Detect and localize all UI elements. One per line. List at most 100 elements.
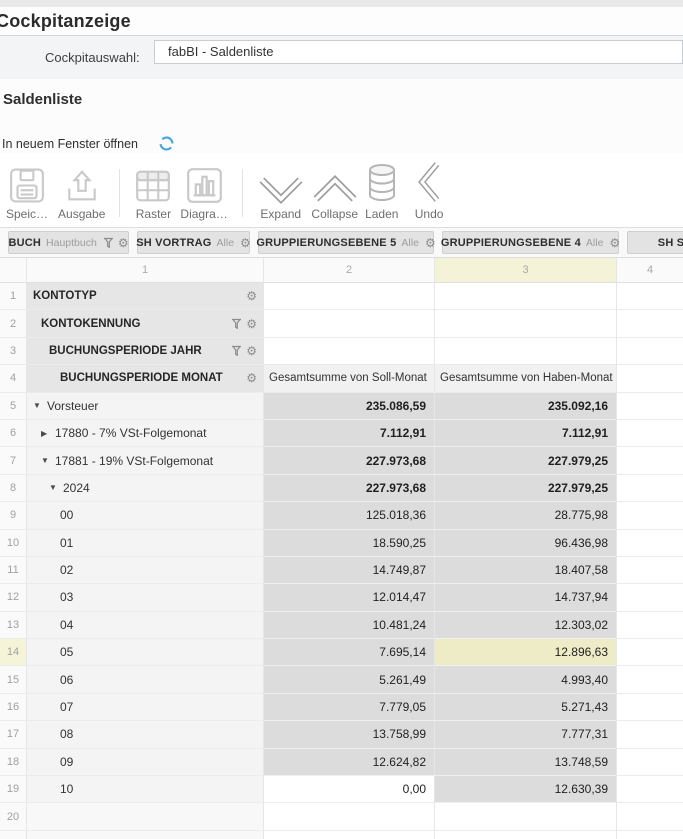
column-number-cell[interactable]: 4 <box>617 258 683 283</box>
haben-value-cell[interactable]: 235.092,16 <box>435 393 617 420</box>
soll-value-cell[interactable]: 12.014,47 <box>264 584 435 611</box>
haben-value-cell[interactable]: 14.737,94 <box>435 584 617 611</box>
row-label-cell[interactable]: 01 <box>27 530 264 557</box>
gear-icon[interactable]: ⚙ <box>609 237 620 249</box>
grid-corner-cell[interactable] <box>0 258 27 283</box>
extra-cell[interactable] <box>617 310 683 337</box>
pivot-field-sh-saldo[interactable]: SH SALDO <box>627 231 683 254</box>
soll-value-cell[interactable]: 14.749,87 <box>264 557 435 584</box>
row-number-cell[interactable]: 16 <box>0 694 27 721</box>
collapse-button[interactable]: Collapse <box>311 161 359 221</box>
row-label-cell[interactable]: ▶17880 - 7% VSt-Folgemonat <box>27 420 264 447</box>
extra-cell[interactable] <box>617 612 683 639</box>
haben-value-cell[interactable]: 12.630,39 <box>435 776 617 803</box>
haben-value-cell[interactable]: 28.775,98 <box>435 502 617 529</box>
row-number-cell[interactable]: 11 <box>0 557 27 584</box>
haben-header-cell[interactable]: Gesamtsumme von Haben-Monat <box>435 365 617 392</box>
gear-icon[interactable]: ⚙ <box>118 237 129 249</box>
soll-header-cell[interactable]: Gesamtsumme von Soll-Monat <box>264 365 435 392</box>
gear-icon[interactable]: ⚙ <box>246 345 257 357</box>
soll-value-cell[interactable]: 125.018,36 <box>264 502 435 529</box>
pivot-row-field-cell[interactable]: KONTOTYP⚙ <box>27 283 264 310</box>
undo-button[interactable]: Undo <box>415 161 444 221</box>
chart-view-button[interactable]: Diagra… <box>180 161 227 221</box>
expand-button[interactable]: Expand <box>257 161 305 221</box>
gear-icon[interactable]: ⚙ <box>240 237 251 249</box>
gear-icon[interactable]: ⚙ <box>246 372 257 384</box>
load-button[interactable]: Laden <box>365 161 399 221</box>
soll-value-cell[interactable]: 227.973,68 <box>264 447 435 474</box>
collapse-triangle-icon[interactable]: ▼ <box>33 401 42 410</box>
row-number-cell[interactable]: 18 <box>0 749 27 776</box>
soll-value-cell[interactable] <box>264 831 435 839</box>
soll-value-cell[interactable]: 18.590,25 <box>264 530 435 557</box>
filter-icon[interactable] <box>231 345 242 356</box>
extra-cell[interactable] <box>617 749 683 776</box>
extra-cell[interactable] <box>617 420 683 447</box>
row-label-cell[interactable]: ▼Vorsteuer <box>27 393 264 420</box>
filter-icon[interactable] <box>103 237 114 248</box>
haben-header-cell[interactable] <box>435 310 617 337</box>
row-number-cell[interactable]: 20 <box>0 803 27 830</box>
extra-cell[interactable] <box>617 694 683 721</box>
pivot-row-field-cell[interactable]: KONTOKENNUNG⚙ <box>27 310 264 337</box>
haben-value-cell[interactable]: 227.979,25 <box>435 447 617 474</box>
row-label-cell[interactable]: 06 <box>27 666 264 693</box>
soll-value-cell[interactable]: 5.261,49 <box>264 666 435 693</box>
row-number-cell[interactable]: 2 <box>0 310 27 337</box>
soll-header-cell[interactable] <box>264 283 435 310</box>
gear-icon[interactable]: ⚙ <box>246 318 257 330</box>
soll-value-cell[interactable] <box>264 803 435 830</box>
extra-cell[interactable] <box>617 502 683 529</box>
soll-value-cell[interactable]: 235.086,59 <box>264 393 435 420</box>
pivot-row-field-cell[interactable]: BUCHUNGSPERIODE JAHR⚙ <box>27 338 264 365</box>
extra-cell[interactable] <box>617 721 683 748</box>
haben-value-cell[interactable]: 7.112,91 <box>435 420 617 447</box>
expand-triangle-icon[interactable]: ▶ <box>41 429 50 438</box>
haben-value-cell[interactable]: 12.303,02 <box>435 612 617 639</box>
gear-icon[interactable]: ⚙ <box>246 290 257 302</box>
extra-cell[interactable] <box>617 831 683 839</box>
soll-header-cell[interactable] <box>264 310 435 337</box>
save-button[interactable]: Speic… <box>6 161 48 221</box>
row-number-cell[interactable]: 8 <box>0 475 27 502</box>
extra-cell[interactable] <box>617 584 683 611</box>
soll-value-cell[interactable]: 0,00 <box>264 776 435 803</box>
cockpit-select-input[interactable]: fabBI - Saldenliste <box>154 40 683 64</box>
pivot-field-gruppierungsebene-4[interactable]: GRUPPIERUNGSEBENE 4 Alle ⚙ <box>442 231 619 254</box>
extra-cell[interactable] <box>617 776 683 803</box>
pivot-field-gruppierungsebene-5[interactable]: GRUPPIERUNGSEBENE 5 Alle ⚙ <box>258 231 434 254</box>
row-label-cell[interactable] <box>27 803 264 830</box>
soll-value-cell[interactable]: 227.973,68 <box>264 475 435 502</box>
row-number-cell[interactable]: 6 <box>0 420 27 447</box>
row-label-cell[interactable]: ▼17881 - 19% VSt-Folgemonat <box>27 447 264 474</box>
haben-value-cell[interactable] <box>435 831 617 839</box>
soll-value-cell[interactable]: 10.481,24 <box>264 612 435 639</box>
row-label-cell[interactable]: 08 <box>27 721 264 748</box>
gear-icon[interactable]: ⚙ <box>425 237 436 249</box>
haben-value-cell[interactable] <box>435 803 617 830</box>
soll-value-cell[interactable]: 7.695,14 <box>264 639 435 666</box>
row-number-cell[interactable]: 9 <box>0 502 27 529</box>
soll-value-cell[interactable]: 13.758,99 <box>264 721 435 748</box>
pivot-field-sh-vortrag[interactable]: SH VORTRAG Alle ⚙ <box>137 231 250 254</box>
extra-cell[interactable] <box>617 666 683 693</box>
haben-header-cell[interactable] <box>435 283 617 310</box>
row-number-cell[interactable]: 10 <box>0 530 27 557</box>
row-number-cell[interactable]: 7 <box>0 447 27 474</box>
collapse-triangle-icon[interactable]: ▼ <box>41 456 50 465</box>
row-number-cell[interactable]: 1 <box>0 283 27 310</box>
row-number-cell[interactable]: 17 <box>0 721 27 748</box>
row-label-cell[interactable]: ▼2024 <box>27 475 264 502</box>
refresh-icon[interactable] <box>158 135 175 152</box>
row-number-cell[interactable]: 13 <box>0 612 27 639</box>
haben-value-cell[interactable]: 13.748,59 <box>435 749 617 776</box>
pivot-field-buch[interactable]: BUCH Hauptbuch ⚙ <box>8 231 129 254</box>
row-label-cell[interactable]: 00 <box>27 502 264 529</box>
pivot-row-field-cell[interactable]: BUCHUNGSPERIODE MONAT⚙ <box>27 365 264 392</box>
haben-header-cell[interactable] <box>435 338 617 365</box>
filter-icon[interactable] <box>231 318 242 329</box>
row-label-cell[interactable]: 03 <box>27 584 264 611</box>
row-number-cell[interactable]: 14 <box>0 639 27 666</box>
haben-value-cell[interactable]: 96.436,98 <box>435 530 617 557</box>
